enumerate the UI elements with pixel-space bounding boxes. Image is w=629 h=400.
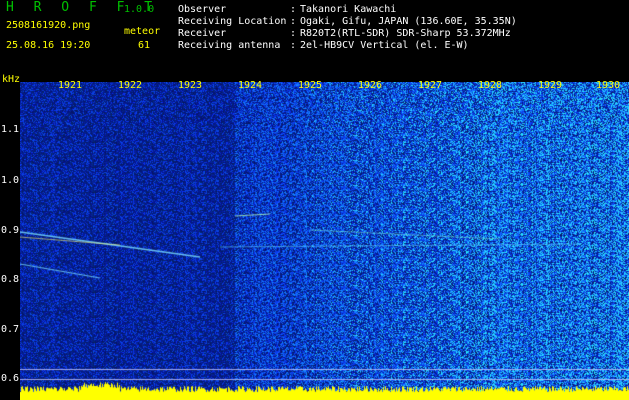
info-colon: : bbox=[290, 4, 297, 15]
meteor-count: 61 bbox=[138, 40, 151, 51]
info-value: Takanori Kawachi bbox=[300, 4, 397, 15]
time-tick: 1930 bbox=[596, 80, 621, 91]
time-tick: 1927 bbox=[418, 80, 443, 91]
freq-tick: 0.7 bbox=[1, 324, 20, 335]
info-label: Receiving antenna bbox=[178, 40, 281, 51]
freq-tick: 0.9 bbox=[1, 225, 20, 236]
time-tick: 1925 bbox=[298, 80, 323, 91]
info-colon: : bbox=[290, 40, 297, 51]
time-tick: 1926 bbox=[358, 80, 383, 91]
app-version: 1.0.0 bbox=[124, 4, 155, 15]
time-tick: 1921 bbox=[58, 80, 83, 91]
hrofft-window: H R O F F T 1.0.0 2508161920.png meteor … bbox=[0, 0, 629, 400]
info-value: Ogaki, Gifu, JAPAN (136.60E, 35.35N) bbox=[300, 16, 517, 27]
time-tick: 1923 bbox=[178, 80, 203, 91]
time-tick: 1924 bbox=[238, 80, 263, 91]
file-name: 2508161920.png bbox=[6, 20, 91, 31]
info-colon: : bbox=[290, 28, 297, 39]
freq-tick: 1.0 bbox=[1, 175, 20, 186]
freq-tick: 0.6 bbox=[1, 373, 20, 384]
time-tick: 1928 bbox=[478, 80, 503, 91]
meteor-label: meteor bbox=[124, 26, 161, 37]
info-label: Receiver bbox=[178, 28, 227, 39]
spectrogram-canvas bbox=[20, 82, 629, 400]
freq-unit-label: kHz bbox=[2, 74, 21, 85]
info-value: 2el-HB9CV Vertical (el. E-W) bbox=[300, 40, 469, 51]
info-value: R820T2(RTL-SDR) SDR-Sharp 53.372MHz bbox=[300, 28, 511, 39]
info-colon: : bbox=[290, 16, 297, 27]
date-time: 25.08.16 19:20 bbox=[6, 40, 91, 51]
info-label: Observer bbox=[178, 4, 227, 15]
time-tick: 1929 bbox=[538, 80, 563, 91]
freq-tick: 0.8 bbox=[1, 274, 20, 285]
time-tick: 1922 bbox=[118, 80, 143, 91]
info-label: Receiving Location bbox=[178, 16, 287, 27]
freq-tick: 1.1 bbox=[1, 124, 20, 135]
